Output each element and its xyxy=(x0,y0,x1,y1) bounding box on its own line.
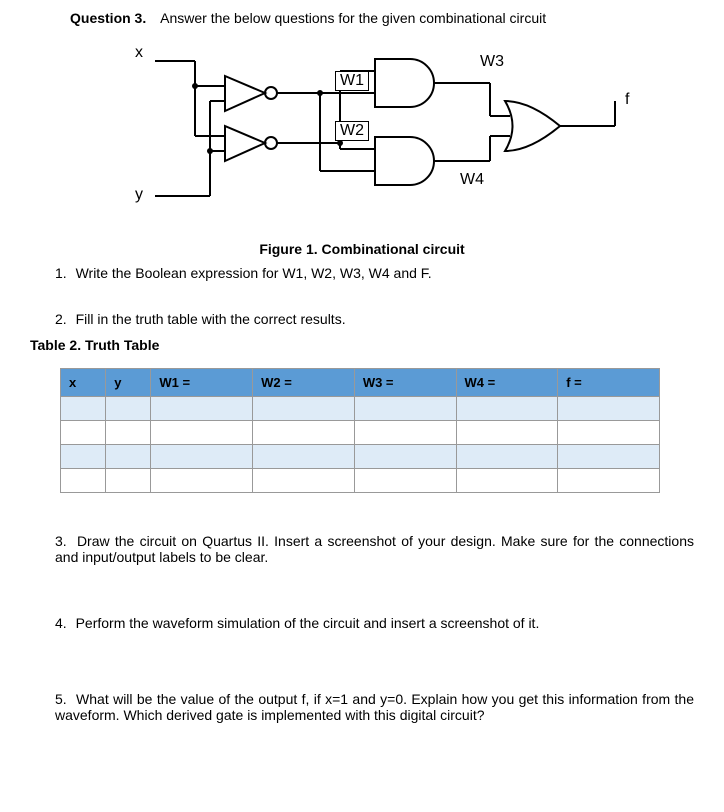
item-3-number: 3. xyxy=(55,533,67,549)
table-row xyxy=(61,445,660,469)
circuit-diagram: x y W1 W2 W3 W4 f xyxy=(90,41,650,221)
w1-label: W1 xyxy=(335,71,369,91)
w4-label: W4 xyxy=(460,171,484,189)
w3-label: W3 xyxy=(480,53,504,71)
item-2: 2. Fill in the truth table with the corr… xyxy=(55,311,694,327)
item-2-text: Fill in the truth table with the correct… xyxy=(76,311,346,327)
item-4: 4. Perform the waveform simulation of th… xyxy=(55,615,694,631)
item-3: 3. Draw the circuit on Quartus II. Inser… xyxy=(55,533,694,565)
item-5-number: 5. xyxy=(55,691,67,707)
table-row xyxy=(61,469,660,493)
table-caption: Table 2. Truth Table xyxy=(30,337,694,353)
header-w4: W4 = xyxy=(456,369,558,397)
header-w2: W2 = xyxy=(253,369,355,397)
question-header: Question 3. Answer the below questions f… xyxy=(70,10,694,26)
item-3-text: Draw the circuit on Quartus II. Insert a… xyxy=(55,533,694,565)
w2-label: W2 xyxy=(335,121,369,141)
header-w3: W3 = xyxy=(354,369,456,397)
item-1-number: 1. xyxy=(55,265,67,281)
item-1: 1. Write the Boolean expression for W1, … xyxy=(55,265,694,281)
header-x: x xyxy=(61,369,106,397)
item-4-number: 4. xyxy=(55,615,67,631)
table-row xyxy=(61,397,660,421)
table-row xyxy=(61,421,660,445)
figure-caption: Figure 1. Combinational circuit xyxy=(30,241,694,257)
header-w1: W1 = xyxy=(151,369,253,397)
header-f: f = xyxy=(558,369,660,397)
input-y-label: y xyxy=(135,186,143,204)
output-f-label: f xyxy=(625,91,629,109)
item-4-text: Perform the waveform simulation of the c… xyxy=(76,615,540,631)
truth-table: x y W1 = W2 = W3 = W4 = f = xyxy=(60,368,660,493)
item-1-text: Write the Boolean expression for W1, W2,… xyxy=(76,265,432,281)
circuit-svg xyxy=(90,41,650,221)
item-5-text: What will be the value of the output f, … xyxy=(55,691,694,723)
question-label: Question 3. xyxy=(70,10,146,26)
table-header-row: x y W1 = W2 = W3 = W4 = f = xyxy=(61,369,660,397)
question-prompt: Answer the below questions for the given… xyxy=(160,10,546,26)
header-y: y xyxy=(106,369,151,397)
item-2-number: 2. xyxy=(55,311,67,327)
item-5: 5. What will be the value of the output … xyxy=(55,691,694,723)
input-x-label: x xyxy=(135,44,143,62)
